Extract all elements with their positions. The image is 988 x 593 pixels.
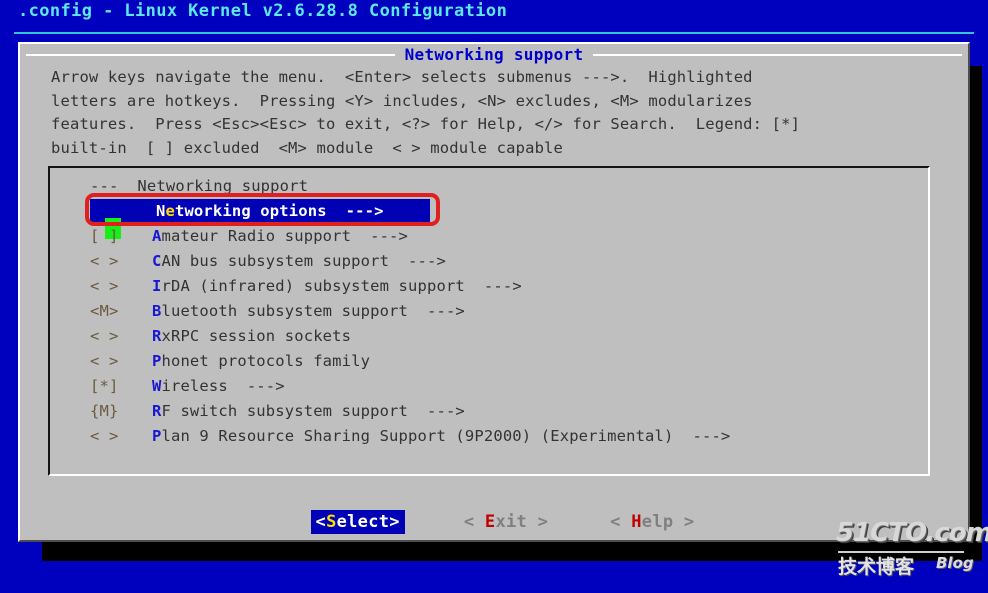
menu-item-state-tag: [*]	[90, 377, 119, 395]
button-bracket-close: >	[389, 512, 400, 532]
menu-item-2[interactable]: < > CAN bus subsystem support --->	[90, 249, 920, 274]
button-bracket-close: >	[527, 512, 549, 532]
menu-panel: --- Networking support Networking option…	[48, 166, 930, 476]
submenu-arrow-icon: --->	[326, 202, 384, 220]
button-bracket-open: <	[610, 512, 632, 532]
menu-item-hotkey: e	[165, 202, 175, 220]
menu-item-label: honet protocols family	[161, 352, 371, 370]
menu-item-label: AN bus subsystem support	[161, 252, 390, 270]
button-bracket-open: <	[315, 512, 327, 532]
menu-item-label: luetooth subsystem support	[161, 302, 409, 320]
dialog-title-frame: Networking support	[20, 44, 968, 64]
menu-item-label: F switch subsystem support	[161, 402, 409, 420]
submenu-arrow-icon: --->	[389, 252, 446, 270]
button-bracket-open: <	[463, 512, 485, 532]
dialog-button-bar: <Select> < Exit > < Help >	[20, 502, 968, 542]
submenu-arrow-icon: --->	[673, 427, 731, 445]
menu-item-9[interactable]: < > Plan 9 Resource Sharing Support (9P20…	[90, 424, 920, 449]
menu-section-header: --- Networking support	[90, 177, 309, 195]
submenu-arrow-icon: --->	[227, 377, 285, 395]
window-title-bar: .config - Linux Kernel v2.6.28.8 Configu…	[0, 0, 988, 34]
menu-item-3[interactable]: < > IrDA (infrared) subsystem support ---…	[90, 274, 920, 299]
button-bracket-close: >	[673, 512, 695, 532]
menu-item-0[interactable]: Networking options --->	[90, 199, 430, 239]
help-legend-text: Arrow keys navigate the menu. <Enter> se…	[51, 68, 801, 157]
frame-rule-left	[26, 53, 395, 56]
menu-item-state-tag: < >	[90, 252, 119, 270]
submenu-arrow-icon: --->	[351, 227, 409, 245]
menu-item-label: tworking options	[174, 202, 327, 220]
help-button[interactable]: < Help >	[607, 511, 697, 533]
menu-item-label: ireless	[161, 377, 228, 395]
button-hotkey: E	[484, 512, 496, 532]
exit-button[interactable]: < Exit >	[461, 511, 551, 533]
menu-item-1[interactable]: [ ] Amateur Radio support --->	[90, 224, 920, 249]
button-hotkey: H	[631, 512, 642, 532]
menu-item-5[interactable]: < > RxRPC session sockets	[90, 324, 920, 349]
menu-item-label: lan 9 Resource Sharing Support (9P2000) …	[161, 427, 674, 445]
submenu-arrow-icon: --->	[464, 277, 522, 295]
menu-item-label: xRPC session sockets	[161, 327, 352, 345]
button-label: elect	[336, 512, 390, 532]
menu-item-state-tag: [ ]	[90, 227, 119, 245]
terminal-screen: .config - Linux Kernel v2.6.28.8 Configu…	[0, 0, 988, 593]
title-separator-rule	[14, 32, 974, 34]
menu-item-label: mateur Radio support	[161, 227, 352, 245]
button-hotkey: S	[326, 512, 337, 532]
menu-item-state-tag: < >	[90, 352, 119, 370]
window-title: .config - Linux Kernel v2.6.28.8 Configu…	[18, 1, 508, 21]
menu-item-7[interactable]: [*] Wireless --->	[90, 374, 920, 399]
menu-item-state-tag: <M>	[90, 302, 119, 320]
menu-item-state-tag: < >	[90, 277, 119, 295]
menu-item-state-tag: < >	[90, 327, 119, 345]
menu-item-8[interactable]: {M} RF switch subsystem support --->	[90, 399, 920, 424]
submenu-arrow-icon: --->	[408, 302, 465, 320]
button-label: elp	[641, 512, 674, 532]
button-label: xit	[495, 512, 528, 532]
menu-item-label: rDA (infrared) subsystem support	[161, 277, 465, 295]
menu-item-state-tag: < >	[90, 427, 119, 445]
frame-rule-right	[593, 53, 963, 56]
menu-item-state-tag: {M}	[90, 402, 119, 420]
menu-list[interactable]: --- Networking support Networking option…	[90, 174, 920, 449]
menuconfig-dialog: Networking support Arrow keys navigate t…	[18, 42, 970, 542]
dialog-title: Networking support	[404, 44, 584, 64]
menu-item-4[interactable]: <M> Bluetooth subsystem support --->	[90, 299, 920, 324]
menu-item-6[interactable]: < > Phonet protocols family	[90, 349, 920, 374]
submenu-arrow-icon: --->	[408, 402, 465, 420]
select-button[interactable]: <Select>	[310, 510, 405, 534]
